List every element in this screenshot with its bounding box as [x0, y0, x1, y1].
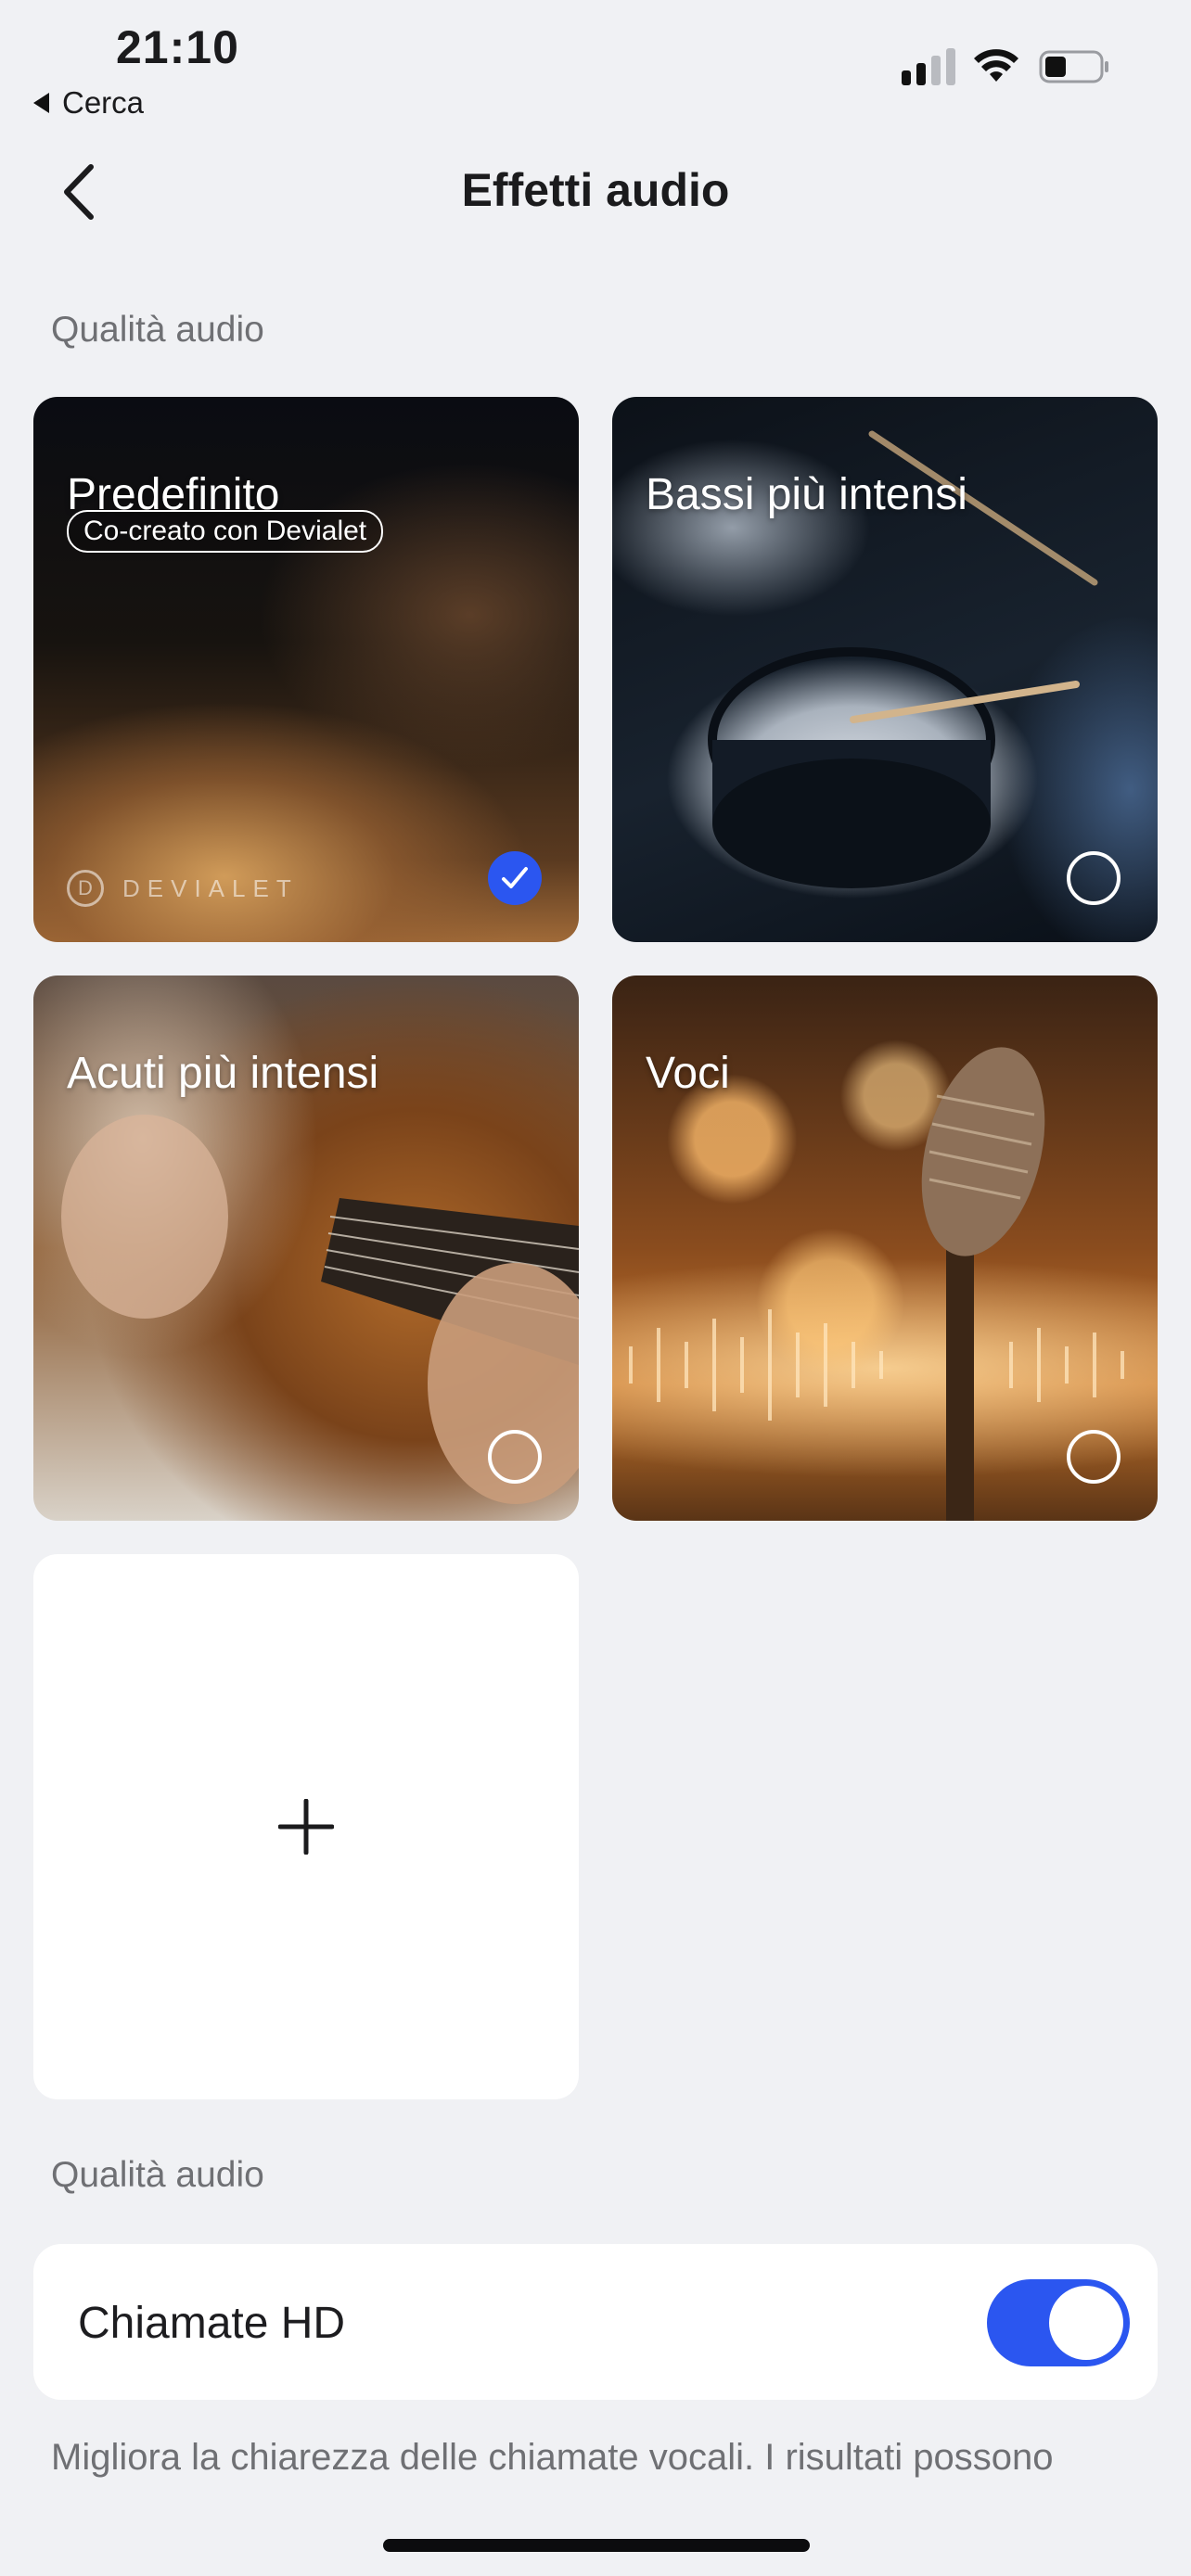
hd-calls-setting: Chiamate HD	[33, 2244, 1158, 2400]
hd-calls-label: Chiamate HD	[78, 2299, 346, 2348]
page-title: Effetti audio	[461, 164, 730, 216]
tile-title: Acuti più intensi	[67, 1049, 379, 1098]
status-time: 21:10	[116, 21, 239, 73]
tile-title: Voci	[646, 1049, 730, 1098]
unselected-radio-icon[interactable]	[1067, 851, 1121, 905]
devialet-wordmark: DEVIALET	[122, 874, 299, 902]
checkmark-icon	[502, 867, 528, 888]
unselected-radio-icon[interactable]	[1067, 1430, 1121, 1484]
audio-effect-tile-bass[interactable]: Bassi più intensi	[612, 397, 1158, 942]
back-to-app-label: Cerca	[62, 85, 145, 120]
battery-icon	[1039, 50, 1108, 83]
selected-check-icon[interactable]	[488, 851, 542, 905]
audio-effect-tile-treble[interactable]: Acuti più intensi	[33, 976, 579, 1521]
unselected-radio-icon[interactable]	[488, 1430, 542, 1484]
back-to-app-link[interactable]: Cerca	[33, 85, 144, 121]
back-triangle-icon	[33, 93, 49, 113]
toggle-knob	[1049, 2286, 1123, 2360]
cellular-signal-icon	[902, 48, 955, 85]
home-indicator[interactable]	[383, 2539, 810, 2552]
devialet-badge: Co-creato con Devialet	[67, 510, 384, 553]
screen: 21:10 Cerca Effetti audio Qualità audio …	[0, 0, 1191, 2576]
devialet-logo-icon: D	[67, 870, 104, 907]
hd-calls-toggle[interactable]	[987, 2279, 1130, 2366]
devialet-logo: D DEVIALET	[67, 870, 299, 907]
wifi-icon	[974, 49, 1018, 82]
section-label-audio-quality: Qualità audio	[51, 310, 264, 350]
audio-effect-tile-default[interactable]: Predefinito Co-creato con Devialet D DEV…	[33, 397, 579, 942]
audio-effect-tile-vocals[interactable]: Voci	[612, 976, 1158, 1521]
tile-title: Bassi più intensi	[646, 470, 967, 519]
hd-calls-description: Migliora la chiarezza delle chiamate voc…	[51, 2437, 1054, 2478]
section-label-calls: Qualità audio	[51, 2155, 264, 2195]
add-custom-effect-button[interactable]	[33, 1554, 579, 2099]
plus-icon	[278, 1799, 334, 1855]
